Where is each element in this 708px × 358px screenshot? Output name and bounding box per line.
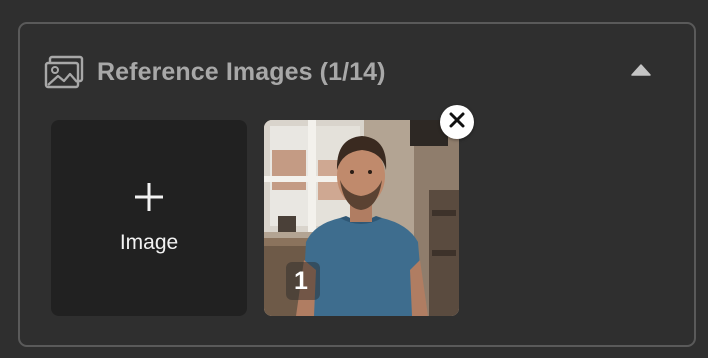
reference-image-thumbnail[interactable]: 1 bbox=[264, 120, 459, 316]
images-icon bbox=[44, 55, 84, 89]
remove-image-button[interactable] bbox=[440, 105, 474, 139]
caret-up-icon bbox=[630, 63, 652, 82]
collapse-button[interactable] bbox=[624, 58, 658, 86]
image-index-badge: 1 bbox=[286, 262, 320, 300]
close-icon bbox=[449, 112, 465, 133]
section-title: Reference Images (1/14) bbox=[97, 58, 386, 86]
add-image-button[interactable]: Image bbox=[51, 120, 247, 316]
plus-icon bbox=[132, 180, 166, 214]
add-image-label: Image bbox=[119, 231, 179, 254]
